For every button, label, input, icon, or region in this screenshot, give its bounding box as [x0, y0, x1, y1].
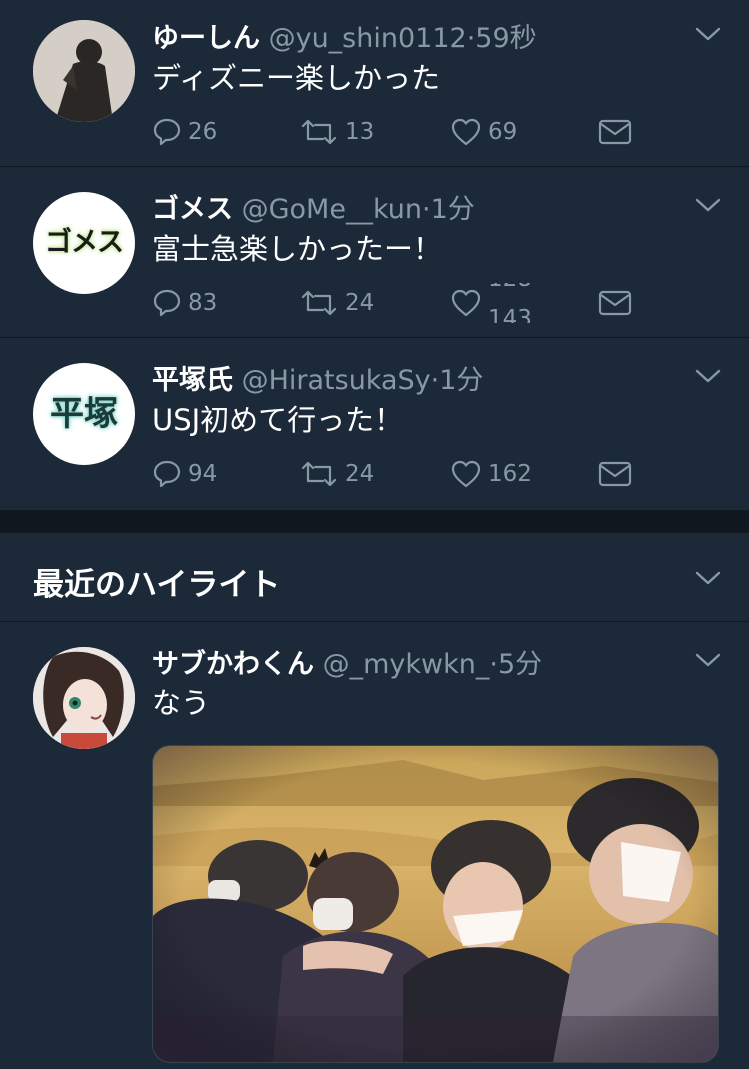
retweet-count: 24 — [345, 461, 375, 487]
timestamp[interactable]: 1分 — [431, 194, 475, 225]
like-count: 162 — [488, 461, 532, 487]
tweet-actions: 94 24 162 — [152, 454, 652, 494]
reply-icon — [152, 288, 182, 318]
avatar[interactable] — [33, 647, 135, 749]
reply-count: 94 — [188, 461, 218, 487]
tweet-text: ディズニー楽しかった — [152, 61, 440, 95]
author-name[interactable]: 平塚氏 — [152, 365, 233, 396]
separator-dot: · — [489, 649, 498, 680]
like-button[interactable]: 162 — [450, 454, 532, 494]
reply-icon — [152, 117, 182, 147]
avatar-text-logo: 平塚 — [50, 394, 118, 434]
like-count-rolling: 128 143 — [488, 283, 538, 323]
like-icon — [450, 288, 482, 318]
chevron-down-icon[interactable] — [695, 368, 721, 384]
tweet[interactable]: ゴメス ゴメス @GoMe__kun·1分 富士急楽しかったー！ 83 24 1… — [0, 167, 749, 338]
retweet-count: 13 — [345, 119, 375, 145]
highlights-header[interactable]: 最近のハイライト — [0, 533, 749, 622]
retweet-button[interactable]: 24 — [299, 454, 374, 494]
dm-icon — [598, 118, 632, 146]
tweet-photo[interactable] — [152, 745, 719, 1063]
tweet-actions: 83 24 128 143 — [152, 283, 652, 323]
avatar[interactable] — [33, 20, 135, 122]
retweet-icon — [299, 459, 339, 489]
dm-button[interactable] — [598, 112, 638, 152]
retweet-count: 24 — [345, 290, 375, 316]
highlights-title: 最近のハイライト — [33, 567, 281, 603]
reply-icon — [152, 459, 182, 489]
like-count: 69 — [488, 119, 518, 145]
author-name[interactable]: ゆーしん — [152, 23, 260, 54]
dm-icon — [598, 460, 632, 488]
timestamp[interactable]: 5分 — [498, 649, 542, 680]
reply-button[interactable]: 26 — [152, 112, 217, 152]
dm-button[interactable] — [598, 454, 638, 494]
tweet-actions: 26 13 69 — [152, 112, 652, 152]
chevron-down-icon[interactable] — [695, 652, 721, 668]
like-icon — [450, 459, 482, 489]
chevron-down-icon[interactable] — [695, 26, 721, 42]
author-handle[interactable]: @HiratsukaSy — [242, 365, 431, 396]
author-name[interactable]: ゴメス — [152, 194, 233, 225]
tweet-text: 富士急楽しかったー！ — [152, 232, 443, 266]
author-name[interactable]: サブかわくん — [152, 649, 314, 680]
reply-count: 83 — [188, 290, 218, 316]
retweet-button[interactable]: 13 — [299, 112, 374, 152]
retweet-icon — [299, 288, 339, 318]
avatar[interactable]: ゴメス — [33, 192, 135, 294]
reply-count: 26 — [188, 119, 218, 145]
retweet-icon — [299, 117, 339, 147]
like-count-new: 143 — [488, 306, 532, 323]
desert-group-photo-image — [153, 746, 718, 1062]
avatar-silhouette-image — [33, 20, 135, 122]
author-handle[interactable]: @yu_shin0112 — [269, 23, 467, 54]
separator-dot: · — [466, 23, 476, 54]
like-icon — [450, 117, 482, 147]
separator-dot: · — [430, 365, 440, 396]
avatar[interactable]: 平塚 — [33, 363, 135, 465]
tweet-text: USJ初めて行った！ — [152, 403, 404, 437]
retweet-button[interactable]: 24 — [299, 283, 374, 323]
author-handle[interactable]: @GoMe__kun — [242, 194, 422, 225]
chevron-down-icon[interactable] — [695, 570, 721, 586]
avatar-text-logo: ゴメス — [45, 227, 124, 258]
like-count-old: 128 — [488, 283, 532, 292]
separator-dot: · — [421, 194, 431, 225]
like-button[interactable]: 128 143 — [450, 283, 538, 323]
chevron-down-icon[interactable] — [695, 197, 721, 213]
avatar-anime-image — [33, 647, 135, 749]
tweet-text: なう — [152, 686, 211, 720]
timestamp[interactable]: 59秒 — [475, 23, 536, 54]
reply-button[interactable]: 94 — [152, 454, 217, 494]
tweet[interactable]: ゆーしん @yu_shin0112·59秒 ディズニー楽しかった 26 13 6… — [0, 0, 749, 167]
section-gap — [0, 511, 749, 533]
dm-button[interactable] — [598, 283, 638, 323]
tweet[interactable]: 平塚 平塚氏 @HiratsukaSy·1分 USJ初めて行った！ 94 24 … — [0, 338, 749, 511]
reply-button[interactable]: 83 — [152, 283, 217, 323]
dm-icon — [598, 289, 632, 317]
like-button[interactable]: 69 — [450, 112, 517, 152]
timestamp[interactable]: 1分 — [439, 365, 483, 396]
author-handle[interactable]: @_mykwkn_ — [323, 649, 490, 680]
